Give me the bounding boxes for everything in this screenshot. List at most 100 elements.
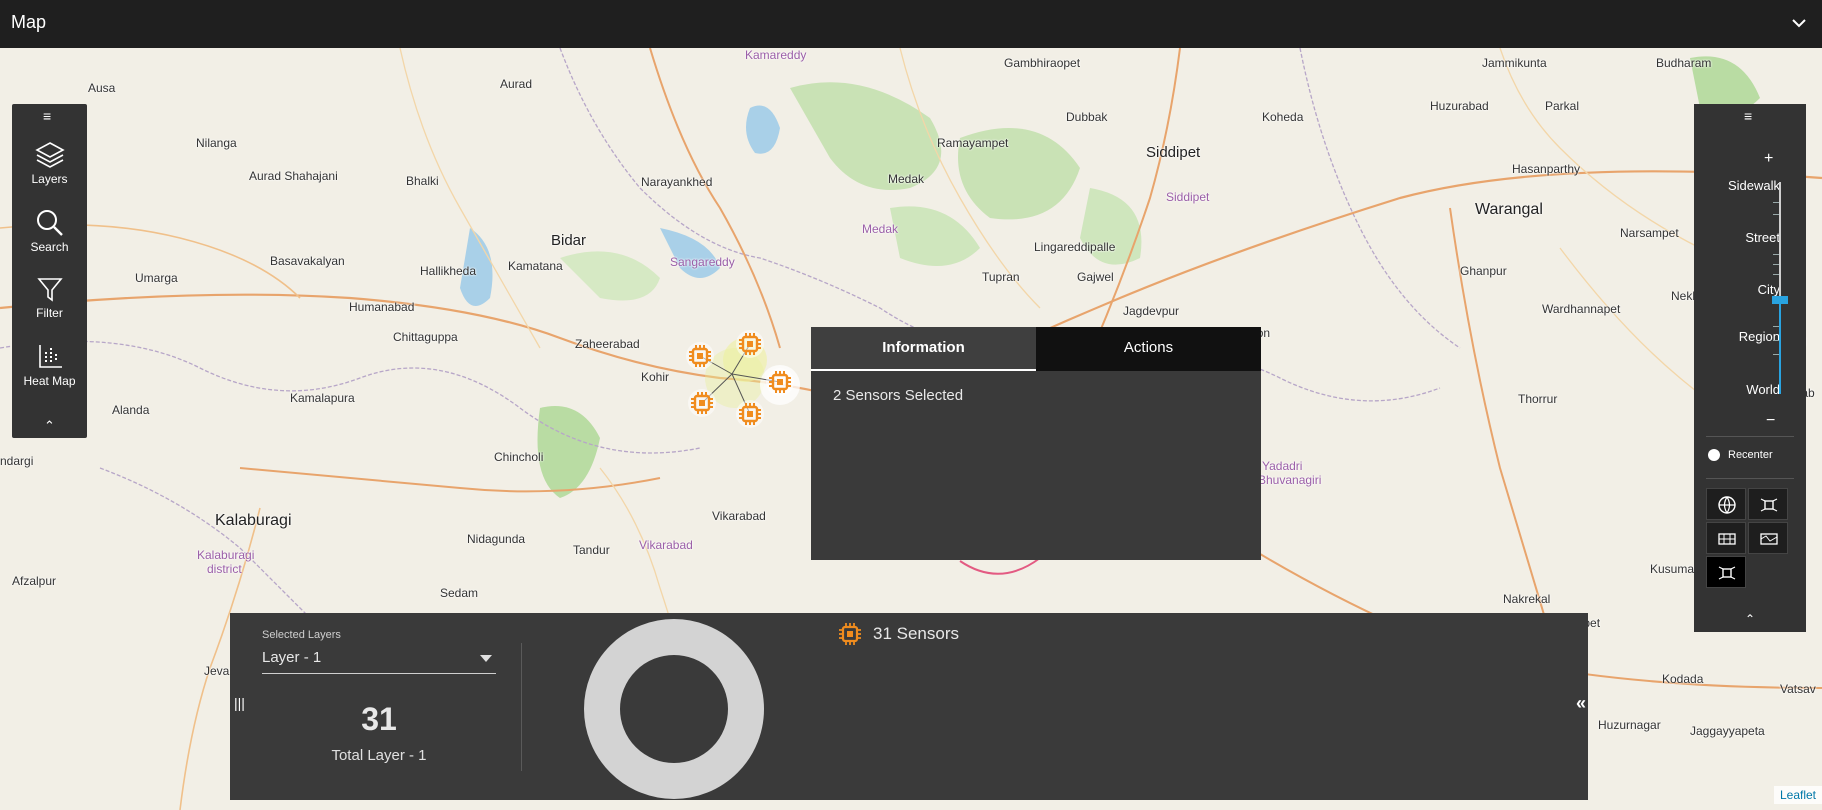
place-label: Chincholi (494, 450, 544, 464)
zoom-level-sidewalk[interactable]: Sidewalk (1728, 178, 1780, 193)
sensor-marker-icon[interactable] (687, 388, 717, 418)
zoom-out-button[interactable]: − (1766, 412, 1775, 430)
place-label: Medak (862, 222, 899, 236)
layers-icon (34, 142, 65, 168)
sensor-count-label: 31 Sensors (873, 624, 959, 643)
place-label: district (207, 562, 242, 576)
filter-icon (36, 278, 63, 302)
zoom-in-button[interactable]: + (1764, 150, 1773, 168)
basemap-globe-button[interactable] (1706, 488, 1746, 520)
sensor-marker-icon[interactable] (765, 367, 795, 397)
place-label: Medak (888, 172, 925, 186)
place-label: Kamatana (508, 259, 563, 273)
place-label: Koheda (1262, 110, 1304, 124)
total-count-label: Total Layer - 1 (331, 747, 427, 764)
place-label: Gambhiraopet (1004, 56, 1081, 70)
place-label: ndargi (0, 454, 34, 468)
place-label: Kodada (1662, 672, 1704, 686)
chevron-down-icon[interactable] (1788, 12, 1810, 34)
place-label: Tupran (982, 270, 1020, 284)
zoom-level-street[interactable]: Street (1745, 230, 1780, 245)
place-label: Huzurabad (1430, 99, 1489, 113)
sensor-marker-icon[interactable] (735, 329, 765, 359)
menu-icon[interactable]: ≡ (43, 108, 51, 124)
place-label: Ghanpur (1460, 264, 1507, 278)
basemap-terrain-button[interactable] (1748, 522, 1788, 554)
globe-icon (1718, 496, 1736, 514)
place-label: Parkal (1545, 99, 1580, 113)
top-bar: Map (0, 0, 1822, 49)
map-attribution-link[interactable]: Leaflet (1773, 786, 1822, 804)
place-label: Yadadri (1262, 459, 1303, 473)
place-label: Kalaburagi (197, 548, 255, 562)
collapse-toolbar-icon[interactable]: ⌃ (12, 418, 87, 434)
collapse-panel-icon[interactable]: « (1576, 693, 1586, 714)
place-label: Hasanparthy (1512, 162, 1581, 176)
place-label: Nilanga (196, 136, 237, 150)
filter-tool[interactable]: Filter (12, 274, 87, 334)
heat-map-label: Heat Map (23, 374, 76, 388)
place-label: Ramayampet (937, 136, 1009, 150)
heatmap-icon (38, 345, 62, 368)
place-label: Bidar (551, 232, 587, 249)
selected-layers-label: Selected Layers (262, 629, 341, 641)
place-label: Vikarabad (639, 538, 693, 552)
caret-down-icon (480, 655, 492, 662)
tab-information[interactable]: Information (811, 327, 1036, 371)
layers-tool[interactable]: Layers (12, 140, 87, 200)
street-map-icon (1718, 566, 1736, 580)
zoom-slider-track[interactable] (1779, 182, 1781, 394)
place-label: Wardhannapet (1542, 302, 1621, 316)
place-label: Tandur (573, 543, 610, 557)
place-label: Humanabad (349, 300, 415, 314)
search-icon (36, 210, 63, 236)
layer-summary-panel: ||| Selected Layers Layer - 1 31 Total L… (230, 613, 1588, 800)
place-label: Zaheerabad (575, 337, 640, 351)
place-label: Afzalpur (12, 574, 57, 588)
resize-handle[interactable]: ||| (234, 695, 245, 711)
filter-label: Filter (36, 306, 63, 320)
place-label: Jaggayyapeta (1690, 724, 1765, 738)
zoom-level-city[interactable]: City (1758, 282, 1780, 297)
place-label: Budharam (1656, 56, 1712, 70)
place-label: Siddipet (1146, 144, 1201, 161)
search-tool[interactable]: Search (12, 208, 87, 268)
recenter-icon (1708, 449, 1720, 461)
sensor-marker-icon[interactable] (735, 399, 765, 429)
basemap-satellite-button[interactable] (1748, 488, 1788, 520)
place-label: Kamareddy (745, 48, 807, 62)
terrain-map-icon (1760, 533, 1778, 545)
left-toolbar: ≡ Layers Search Filter Heat Map ⌃ (12, 104, 87, 438)
zoom-slider-handle[interactable] (1772, 296, 1788, 304)
selection-message: 2 Sensors Selected (833, 387, 964, 404)
place-label: Jagdevpur (1123, 304, 1180, 318)
zoom-level-region[interactable]: Region (1739, 329, 1780, 344)
basemap-street-button[interactable] (1706, 556, 1746, 588)
heat-map-tool[interactable]: Heat Map (12, 342, 87, 402)
place-label: Nidagunda (467, 532, 526, 546)
place-label: Alanda (112, 403, 150, 417)
place-label: Jammikunta (1482, 56, 1547, 70)
menu-icon[interactable]: ≡ (1744, 108, 1752, 124)
sensor-marker-icon[interactable] (685, 341, 715, 371)
recenter-label: Recenter (1728, 449, 1773, 461)
tab-actions[interactable]: Actions (1036, 327, 1261, 371)
place-label: Chittaguppa (393, 330, 458, 344)
place-label: Hallikheda (420, 264, 477, 278)
collapse-panel-icon[interactable]: ⌃ (1694, 612, 1806, 626)
divider (521, 643, 522, 771)
place-label: Kalaburagi (215, 512, 292, 529)
basemap-grid-button[interactable] (1706, 522, 1746, 554)
place-label: Vikarabad (712, 509, 766, 523)
layer-select-value: Layer - 1 (262, 649, 322, 666)
place-label: Huzurnagar (1598, 718, 1661, 732)
place-label: Sangareddy (670, 255, 735, 269)
selection-popup: Information Actions 2 Sensors Selected (811, 327, 1261, 560)
layer-select[interactable]: Layer - 1 (262, 647, 496, 674)
place-label: Dubbak (1066, 110, 1108, 124)
search-label: Search (30, 240, 69, 254)
place-label: Basavakalyan (270, 254, 345, 268)
recenter-button[interactable]: Recenter (1706, 446, 1796, 466)
zoom-level-world[interactable]: World (1746, 382, 1780, 397)
place-label: Sedam (440, 586, 479, 600)
